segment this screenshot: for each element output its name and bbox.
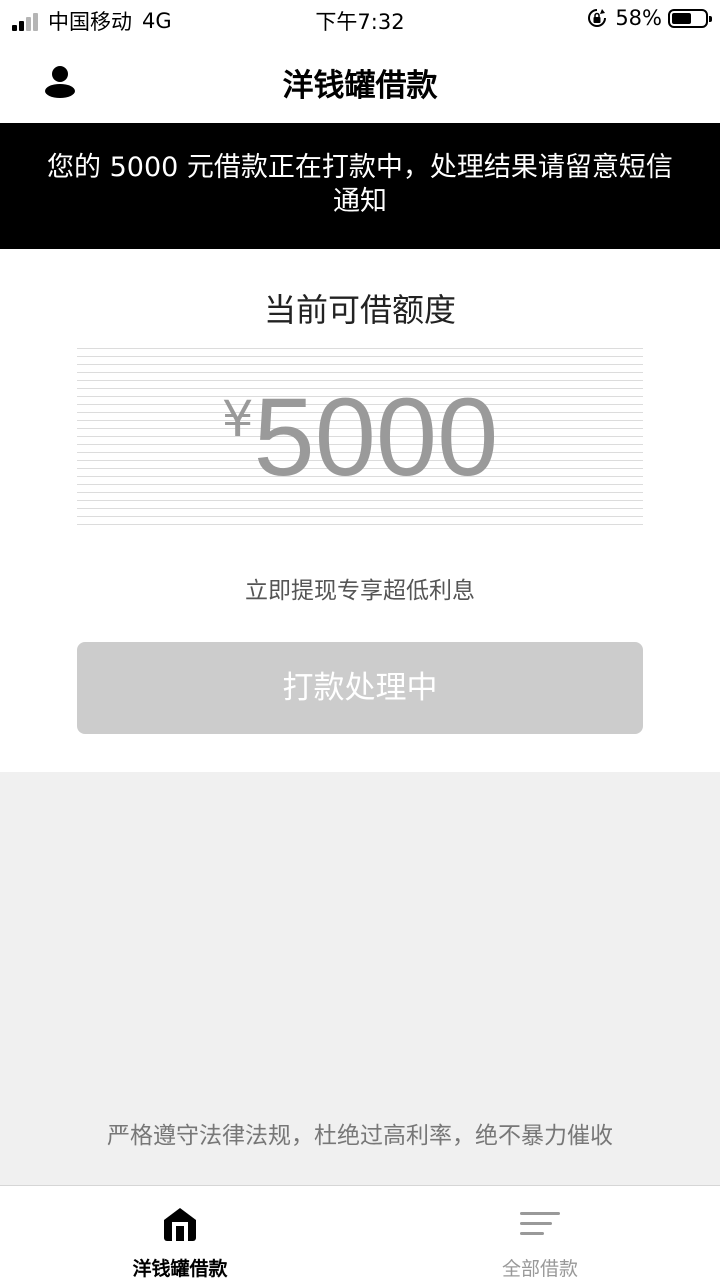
nav-bar: 洋钱罐借款	[0, 40, 720, 123]
payout-processing-button[interactable]: 打款处理中	[77, 642, 643, 734]
notice-banner: 您的 5000 元借款正在打款中，处理结果请留意短信通知	[0, 123, 720, 249]
tab-home[interactable]: 洋钱罐借款	[0, 1186, 360, 1281]
rotation-lock-icon	[588, 9, 607, 27]
tab-home-label: 洋钱罐借款	[132, 1258, 228, 1280]
tab-bar: 洋钱罐借款 全部借款	[0, 1185, 720, 1280]
content-background: 严格遵守法律法规，杜绝过高利率，绝不暴力催收	[0, 772, 720, 1185]
notice-text: 您的 5000 元借款正在打款中，处理结果请留意短信通知	[47, 152, 673, 217]
battery-icon	[668, 8, 712, 28]
tab-all-loans-label: 全部借款	[501, 1258, 578, 1280]
tab-all-loans[interactable]: 全部借款	[360, 1186, 720, 1281]
compliance-note: 严格遵守法律法规，杜绝过高利率，绝不暴力催收	[107, 1123, 613, 1149]
amount-value: 5000	[253, 376, 499, 499]
quota-subtext: 立即提现专享超低利息	[245, 578, 475, 604]
quota-label: 当前可借额度	[263, 291, 456, 329]
list-icon	[520, 1212, 560, 1235]
page-title: 洋钱罐借款	[282, 68, 438, 104]
quota-amount: ¥5000	[77, 376, 643, 500]
home-icon	[164, 1208, 196, 1241]
amount-box: ¥5000	[77, 348, 643, 532]
currency-symbol: ¥	[221, 390, 254, 448]
quota-card: 当前可借额度 ¥5000 立即提现专享超低利息 打款处理中	[0, 249, 720, 772]
status-right: 58%	[587, 6, 712, 30]
battery-percent: 58%	[615, 6, 662, 30]
status-bar: 中国移动 4G 下午7:32 58%	[0, 0, 720, 40]
